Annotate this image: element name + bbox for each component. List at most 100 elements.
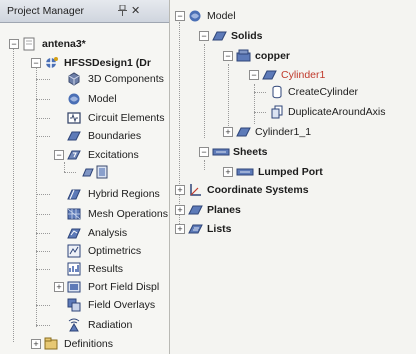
collapse-toggle[interactable]: −	[223, 51, 233, 61]
port-selected-icon	[96, 165, 108, 179]
tree-item-mesh-operations[interactable]: Mesh Operations	[0, 205, 169, 223]
tree-item-solids[interactable]: − Solids	[170, 27, 416, 45]
tree-item-label: CreateCylinder	[288, 86, 359, 98]
tree-item-label: Cylinder1	[281, 69, 326, 81]
collapse-toggle[interactable]: −	[175, 11, 185, 21]
tree-item-label: Circuit Elements	[88, 112, 165, 124]
expand-toggle[interactable]: +	[175, 224, 185, 234]
planes-icon	[188, 203, 203, 217]
mesh-operations-icon	[67, 207, 82, 221]
solids-icon	[212, 29, 227, 43]
tree-item-label: Optimetrics	[88, 245, 142, 257]
tree-item-cylinder1-1[interactable]: + Cylinder1_1	[170, 123, 416, 141]
tree-item-project[interactable]: − antena3*	[0, 35, 165, 53]
definitions-icon	[44, 337, 59, 351]
create-cylinder-icon	[270, 85, 285, 99]
collapse-toggle[interactable]: −	[9, 39, 19, 49]
tree-item-circuit-elements[interactable]: Circuit Elements	[0, 109, 169, 127]
tree-item-optimetrics[interactable]: Optimetrics	[0, 242, 169, 260]
project-name: antena3*	[42, 38, 86, 50]
tree-item-label: Radiation	[88, 319, 133, 331]
collapse-toggle[interactable]: −	[54, 150, 64, 160]
tree-item-label: 3D Components	[88, 73, 164, 85]
radiation-icon	[67, 318, 82, 332]
tree-item-results[interactable]: Results	[0, 260, 169, 278]
tree-item-label: copper	[255, 50, 291, 62]
pin-icon[interactable]	[118, 5, 127, 16]
tree-item-label: Lumped Port	[258, 166, 323, 178]
tree-item-duplicate-around-axis[interactable]: DuplicateAroundAxis	[170, 103, 416, 121]
sheets-icon	[212, 145, 230, 159]
tree-item-sheets[interactable]: − Sheets	[170, 143, 416, 161]
tree-item-label: Planes	[207, 204, 241, 216]
field-overlays-icon	[67, 298, 82, 312]
tree-item-label: Excitations	[88, 149, 139, 161]
tree-item-label: Lists	[207, 223, 232, 235]
tree-item-definitions[interactable]: + Definitions	[0, 335, 169, 353]
collapse-toggle[interactable]: −	[249, 70, 259, 80]
analysis-icon	[67, 226, 82, 240]
tree-item-label: Model	[88, 93, 117, 105]
expand-toggle[interactable]: +	[223, 127, 233, 137]
hybrid-regions-icon	[67, 187, 82, 201]
tree-item-create-cylinder[interactable]: CreateCylinder	[170, 83, 416, 101]
project-icon	[22, 37, 37, 51]
collapse-toggle[interactable]: −	[199, 147, 209, 157]
tree-item-label: Sheets	[233, 146, 268, 158]
lumped-port-icon	[236, 165, 254, 179]
expand-toggle[interactable]: +	[175, 185, 185, 195]
tree-item-analysis[interactable]: Analysis	[0, 224, 169, 242]
tree-item-hybrid-regions[interactable]: Hybrid Regions	[0, 185, 169, 203]
tree-item-excitation-port[interactable]	[0, 163, 169, 181]
tree-item-port-field-display[interactable]: + Port Field Displ	[0, 278, 169, 296]
tree-item-copper[interactable]: − copper	[170, 47, 416, 65]
collapse-toggle[interactable]: −	[31, 58, 41, 68]
tree-item-model-root[interactable]: − Model	[170, 7, 416, 25]
lists-icon	[188, 222, 203, 236]
tree-item-planes[interactable]: + Planes	[170, 201, 416, 219]
duplicate-around-axis-icon	[270, 105, 285, 119]
excitations-icon	[67, 148, 82, 162]
tree-item-coordinate-systems[interactable]: + Coordinate Systems	[170, 181, 416, 199]
tree-item-lumped-port[interactable]: + Lumped Port	[170, 163, 416, 181]
tree-item-excitations[interactable]: − Excitations	[0, 146, 169, 164]
expand-toggle[interactable]: +	[175, 205, 185, 215]
tree-item-label: Cylinder1_1	[255, 126, 312, 138]
hfss-design-icon	[44, 56, 59, 70]
expand-toggle[interactable]: +	[223, 167, 233, 177]
close-panel-button[interactable]: ✕	[131, 4, 140, 17]
tree-item-label: Field Overlays	[88, 299, 156, 311]
model-icon	[188, 9, 203, 23]
solid-object-icon	[236, 125, 251, 139]
coordinate-systems-icon	[188, 183, 203, 197]
tree-item-boundaries[interactable]: Boundaries	[0, 127, 169, 145]
port-field-display-icon	[67, 280, 82, 294]
optimetrics-icon	[67, 244, 82, 258]
results-icon	[67, 262, 82, 276]
expand-toggle[interactable]: +	[31, 339, 41, 349]
tree-item-field-overlays[interactable]: Field Overlays	[0, 296, 169, 314]
tree-item-cylinder1[interactable]: − Cylinder1	[170, 66, 416, 84]
material-group-icon	[236, 49, 251, 63]
tree-item-3d-components[interactable]: 3D Components	[0, 70, 169, 88]
collapse-toggle[interactable]: −	[199, 31, 209, 41]
tree-item-label: Port Field Displ	[88, 281, 160, 293]
tree-item-label: Hybrid Regions	[88, 188, 160, 200]
expand-toggle[interactable]: +	[54, 282, 64, 292]
tree-item-label: Boundaries	[88, 130, 142, 142]
project-manager-panel: Project Manager ✕ − antena3* − HFSSDesig…	[0, 0, 170, 354]
port-icon	[82, 165, 97, 179]
model-tree-panel: − Model − Solids − copper − Cylinder1 Cr…	[170, 0, 416, 354]
project-manager-title: Project Manager	[7, 5, 85, 17]
circuit-elements-icon	[67, 111, 82, 125]
tree-item-label: DuplicateAroundAxis	[288, 106, 386, 118]
tree-item-label: Definitions	[64, 338, 114, 350]
tree-item-lists[interactable]: + Lists	[170, 220, 416, 238]
model-icon	[67, 92, 82, 106]
tree-item-radiation[interactable]: Radiation	[0, 316, 169, 334]
tree-item-label: Solids	[231, 30, 263, 42]
tree-item-model[interactable]: Model	[0, 90, 169, 108]
tree-item-label: Results	[88, 263, 124, 275]
tree-item-label: Model	[207, 10, 236, 22]
tree-item-label: Mesh Operations	[88, 208, 168, 220]
